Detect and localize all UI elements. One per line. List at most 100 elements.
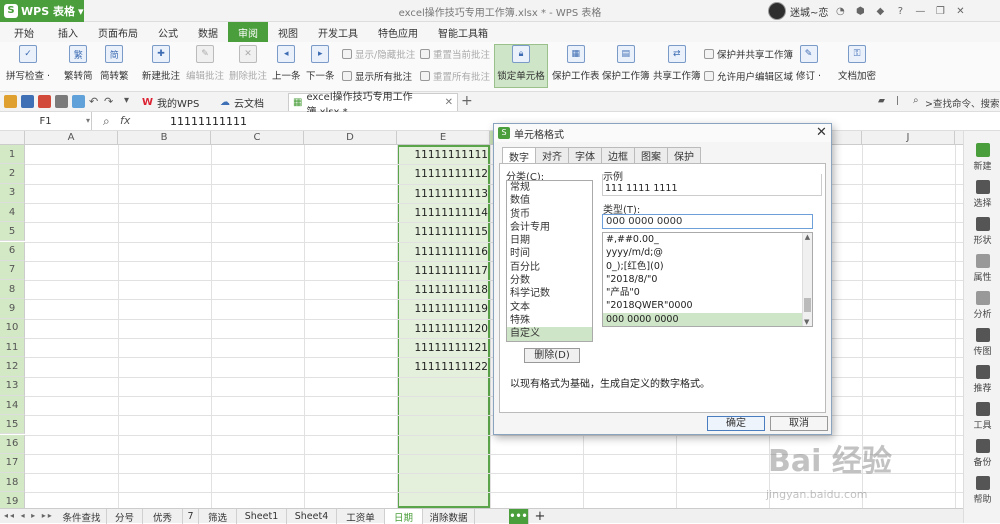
category-item[interactable]: 数值	[507, 194, 592, 207]
column-header-b[interactable]: B	[118, 131, 211, 145]
share-book-button[interactable]: ⇄ 共享工作簿	[653, 45, 701, 82]
row-header-7[interactable]: 7	[0, 260, 25, 281]
avatar[interactable]	[768, 2, 786, 20]
column-header-a[interactable]: A	[25, 131, 118, 145]
category-item[interactable]: 特殊	[507, 314, 592, 327]
row-header-5[interactable]: 5	[0, 222, 25, 242]
revise-button[interactable]: ✎ 修订 ·	[796, 45, 821, 82]
row-header-4[interactable]: 4	[0, 202, 25, 223]
chevron-down-icon[interactable]: ▾	[86, 116, 90, 125]
delete-comment-button[interactable]: ✕ 删除批注	[229, 45, 267, 82]
trad-to-simp-button[interactable]: 繁繁转简	[64, 45, 93, 82]
delete-button[interactable]: 删除(D)	[524, 348, 580, 363]
format-item[interactable]: #,##0.00_	[603, 233, 812, 246]
chevron-down-icon[interactable]: ▾	[124, 95, 137, 108]
export-pdf-icon[interactable]	[38, 95, 51, 108]
next-comment-button[interactable]: ▸ 下一条	[306, 45, 335, 82]
row-header-10[interactable]: 10	[0, 318, 25, 338]
comment-panel-icon[interactable]: ▰	[878, 96, 885, 106]
sheet-tab[interactable]: 日期	[385, 509, 423, 524]
protect-book-button[interactable]: ▤ 保护工作簿	[602, 45, 650, 82]
cell-f9[interactable]: 11111111119	[400, 303, 489, 315]
category-item[interactable]: 会计专用	[507, 221, 592, 234]
row-header-2[interactable]: 2	[0, 164, 25, 184]
category-item[interactable]: 自定义	[507, 327, 592, 341]
tab-my-wps[interactable]: W 我的WPS	[138, 93, 203, 111]
close-tab-icon[interactable]: ✕	[445, 97, 453, 108]
show-all-comments-button[interactable]: 显示所有批注	[342, 69, 412, 83]
minimize-icon[interactable]: —	[912, 3, 928, 19]
tab-page-layout[interactable]: 页面布局	[88, 22, 148, 42]
column-header-j[interactable]: J	[862, 131, 955, 145]
sidebar-item[interactable]: 工具	[964, 402, 1000, 431]
tab-formula[interactable]: 公式	[148, 22, 188, 42]
category-item[interactable]: 文本	[507, 301, 592, 314]
sheet-tab[interactable]: 7	[183, 509, 199, 524]
row-header-16[interactable]: 16	[0, 434, 25, 454]
type-input[interactable]: 000 0000 0000	[602, 214, 813, 229]
sidebar-item[interactable]: 帮助	[964, 476, 1000, 505]
command-search-input[interactable]: >查找命令、搜索...	[925, 96, 1000, 110]
tab-font[interactable]: 字体	[568, 147, 602, 163]
cell-f12[interactable]: 11111111122	[400, 361, 489, 373]
row-header-1[interactable]: 1	[0, 145, 25, 165]
sheet-tab[interactable]: Sheet4	[287, 509, 337, 524]
cell-f10[interactable]: 11111111120	[400, 323, 489, 335]
tab-border[interactable]: 边框	[601, 147, 635, 163]
cell-f11[interactable]: 11111111121	[400, 342, 489, 354]
print-icon[interactable]	[55, 95, 68, 108]
formula-input[interactable]: 11111111111	[170, 115, 247, 128]
cell-f3[interactable]: 11111111113	[400, 188, 489, 200]
format-item[interactable]: 0_);[红色](0)	[603, 260, 812, 273]
name-box[interactable]: F1	[0, 112, 92, 130]
category-item[interactable]: 科学记数	[507, 287, 592, 300]
protect-sheet-button[interactable]: ▦ 保护工作表	[552, 45, 600, 82]
encrypt-button[interactable]: ⚿ 文档加密	[838, 45, 876, 82]
cell-f5[interactable]: 11111111115	[400, 226, 489, 238]
tab-alignment[interactable]: 对齐	[535, 147, 569, 163]
tab-smart-tools[interactable]: 智能工具箱	[428, 22, 498, 42]
wps-app-menu-button[interactable]: S WPS 表格 ▾	[0, 0, 84, 22]
format-list-scrollbar[interactable]: ▲ ▼	[802, 233, 812, 326]
theme-icon[interactable]: ◆	[872, 3, 888, 19]
undo-icon[interactable]: ↶	[89, 95, 102, 108]
sidebar-item[interactable]: 属性	[964, 254, 1000, 283]
help-icon[interactable]: ?	[892, 3, 908, 19]
column-header-c[interactable]: C	[211, 131, 304, 145]
row-header-9[interactable]: 9	[0, 299, 25, 319]
sheet-tab[interactable]: 分号	[107, 509, 143, 524]
row-header-14[interactable]: 14	[0, 395, 25, 416]
tab-insert[interactable]: 插入	[48, 22, 88, 42]
select-all-corner[interactable]	[0, 131, 25, 145]
format-item[interactable]: 000 0000 0000	[603, 312, 812, 326]
row-header-13[interactable]: 13	[0, 376, 25, 396]
sheet-tab[interactable]: 消除数据	[423, 509, 475, 524]
sheet-tab[interactable]: 筛选	[199, 509, 237, 524]
new-comment-button[interactable]: ✚ 新建批注	[142, 45, 180, 82]
sheet-tab[interactable]: 条件查找	[57, 509, 107, 524]
toolbar-toggle-icon[interactable]: |	[896, 96, 899, 106]
row-header-3[interactable]: 3	[0, 183, 25, 203]
preview-icon[interactable]	[72, 95, 85, 108]
tab-developer[interactable]: 开发工具	[308, 22, 368, 42]
format-list[interactable]: #,##0.00_ yyyy/m/d;@ 0_);[红色](0) "2018/8/"0…	[602, 232, 813, 327]
cell-f2[interactable]: 11111111112	[400, 168, 489, 180]
zoom-icon[interactable]: ⌕	[103, 114, 110, 129]
sidebar-item[interactable]: 备份	[964, 439, 1000, 468]
cell-f6[interactable]: 11111111116	[400, 246, 489, 258]
cell-f4[interactable]: 11111111114	[400, 207, 489, 219]
scroll-thumb[interactable]	[804, 298, 811, 312]
sidebar-item[interactable]: 分析	[964, 291, 1000, 320]
tab-current-workbook[interactable]: ▦excel操作技巧专用工作簿.xlsx *✕	[288, 92, 458, 118]
sheet-tab[interactable]: 优秀	[143, 509, 183, 524]
save-icon[interactable]	[21, 95, 34, 108]
close-icon[interactable]: ✕	[952, 3, 968, 19]
sidebar-item[interactable]: 推荐	[964, 365, 1000, 394]
edit-comment-button[interactable]: ✎ 编辑批注	[186, 45, 224, 82]
sheet-tab[interactable]: Sheet1	[237, 509, 287, 524]
cell-f8[interactable]: 11111111118	[400, 284, 489, 296]
show-hide-comment-button[interactable]: 显示/隐藏批注	[342, 47, 415, 61]
cell-f7[interactable]: 11111111117	[400, 265, 489, 277]
simp-to-trad-button[interactable]: 简简转繁	[100, 45, 129, 82]
skin-icon[interactable]: ◔	[832, 3, 848, 19]
